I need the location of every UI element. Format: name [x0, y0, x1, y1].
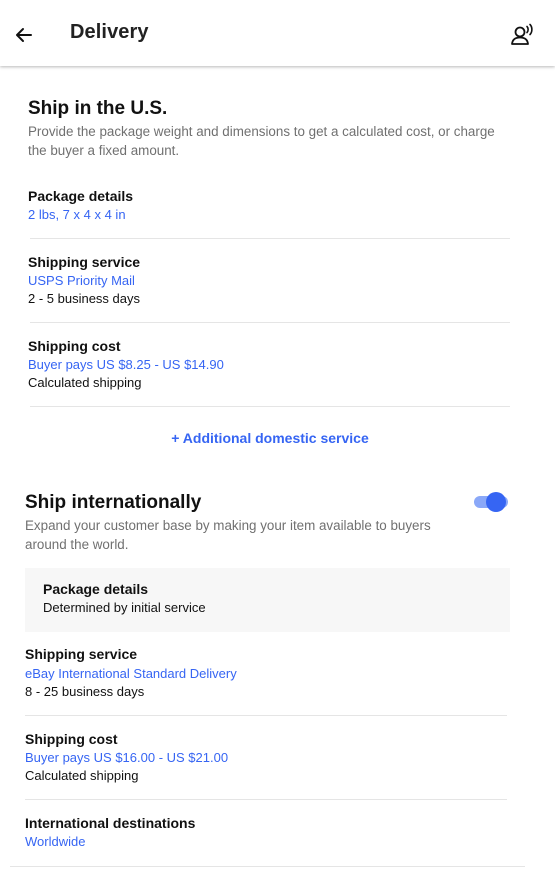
- domestic-shipping-service-value: USPS Priority Mail: [28, 273, 135, 288]
- international-package-details-detail: Determined by initial service: [43, 600, 206, 615]
- domestic-shipping-service-label: Shipping service: [28, 254, 141, 270]
- divider: [30, 406, 510, 407]
- add-domestic-service-button[interactable]: + Additional domestic service: [0, 430, 540, 446]
- page-title: Delivery: [70, 21, 149, 43]
- divider: [25, 799, 507, 800]
- divider: [25, 715, 507, 716]
- voice-assistant-icon: [511, 23, 533, 45]
- voice-assistant-button[interactable]: [509, 22, 537, 50]
- domestic-shipping-cost-label: Shipping cost: [28, 338, 121, 354]
- international-section-title: Ship internationally: [25, 492, 202, 513]
- international-destinations-label: International destinations: [25, 815, 196, 831]
- international-shipping-service-detail: 8 - 25 business days: [25, 684, 145, 699]
- international-shipping-cost-detail: Calculated shipping: [25, 768, 139, 783]
- domestic-package-details-value: 2 lbs, 7 x 4 x 4 in: [28, 207, 126, 222]
- international-shipping-cost-value: Buyer pays US $16.00 - US $21.00: [25, 750, 229, 765]
- domestic-section-title: Ship in the U.S.: [28, 98, 168, 119]
- ship-internationally-toggle[interactable]: [474, 491, 508, 513]
- back-button[interactable]: [10, 21, 38, 49]
- divider: [30, 322, 510, 323]
- international-shipping-service-value: eBay International Standard Delivery: [25, 666, 237, 681]
- toggle-thumb: [486, 492, 506, 512]
- domestic-section-description: Provide the package weight and dimension…: [28, 124, 495, 158]
- domestic-shipping-service-detail: 2 - 5 business days: [28, 291, 141, 306]
- divider: [10, 866, 525, 867]
- domestic-shipping-cost-value: Buyer pays US $8.25 - US $14.90: [28, 357, 224, 372]
- domestic-shipping-cost-detail: Calculated shipping: [28, 375, 142, 390]
- international-shipping-service-label: Shipping service: [25, 646, 138, 662]
- app-bar: Delivery: [0, 0, 555, 66]
- international-section-description: Expand your customer base by making your…: [25, 518, 431, 552]
- arrow-left-icon: [16, 28, 32, 42]
- domestic-package-details-label: Package details: [28, 188, 134, 204]
- international-shipping-cost-label: Shipping cost: [25, 731, 118, 747]
- divider: [30, 238, 510, 239]
- international-package-details-label: Package details: [43, 581, 149, 597]
- international-destinations-value: Worldwide: [25, 834, 86, 849]
